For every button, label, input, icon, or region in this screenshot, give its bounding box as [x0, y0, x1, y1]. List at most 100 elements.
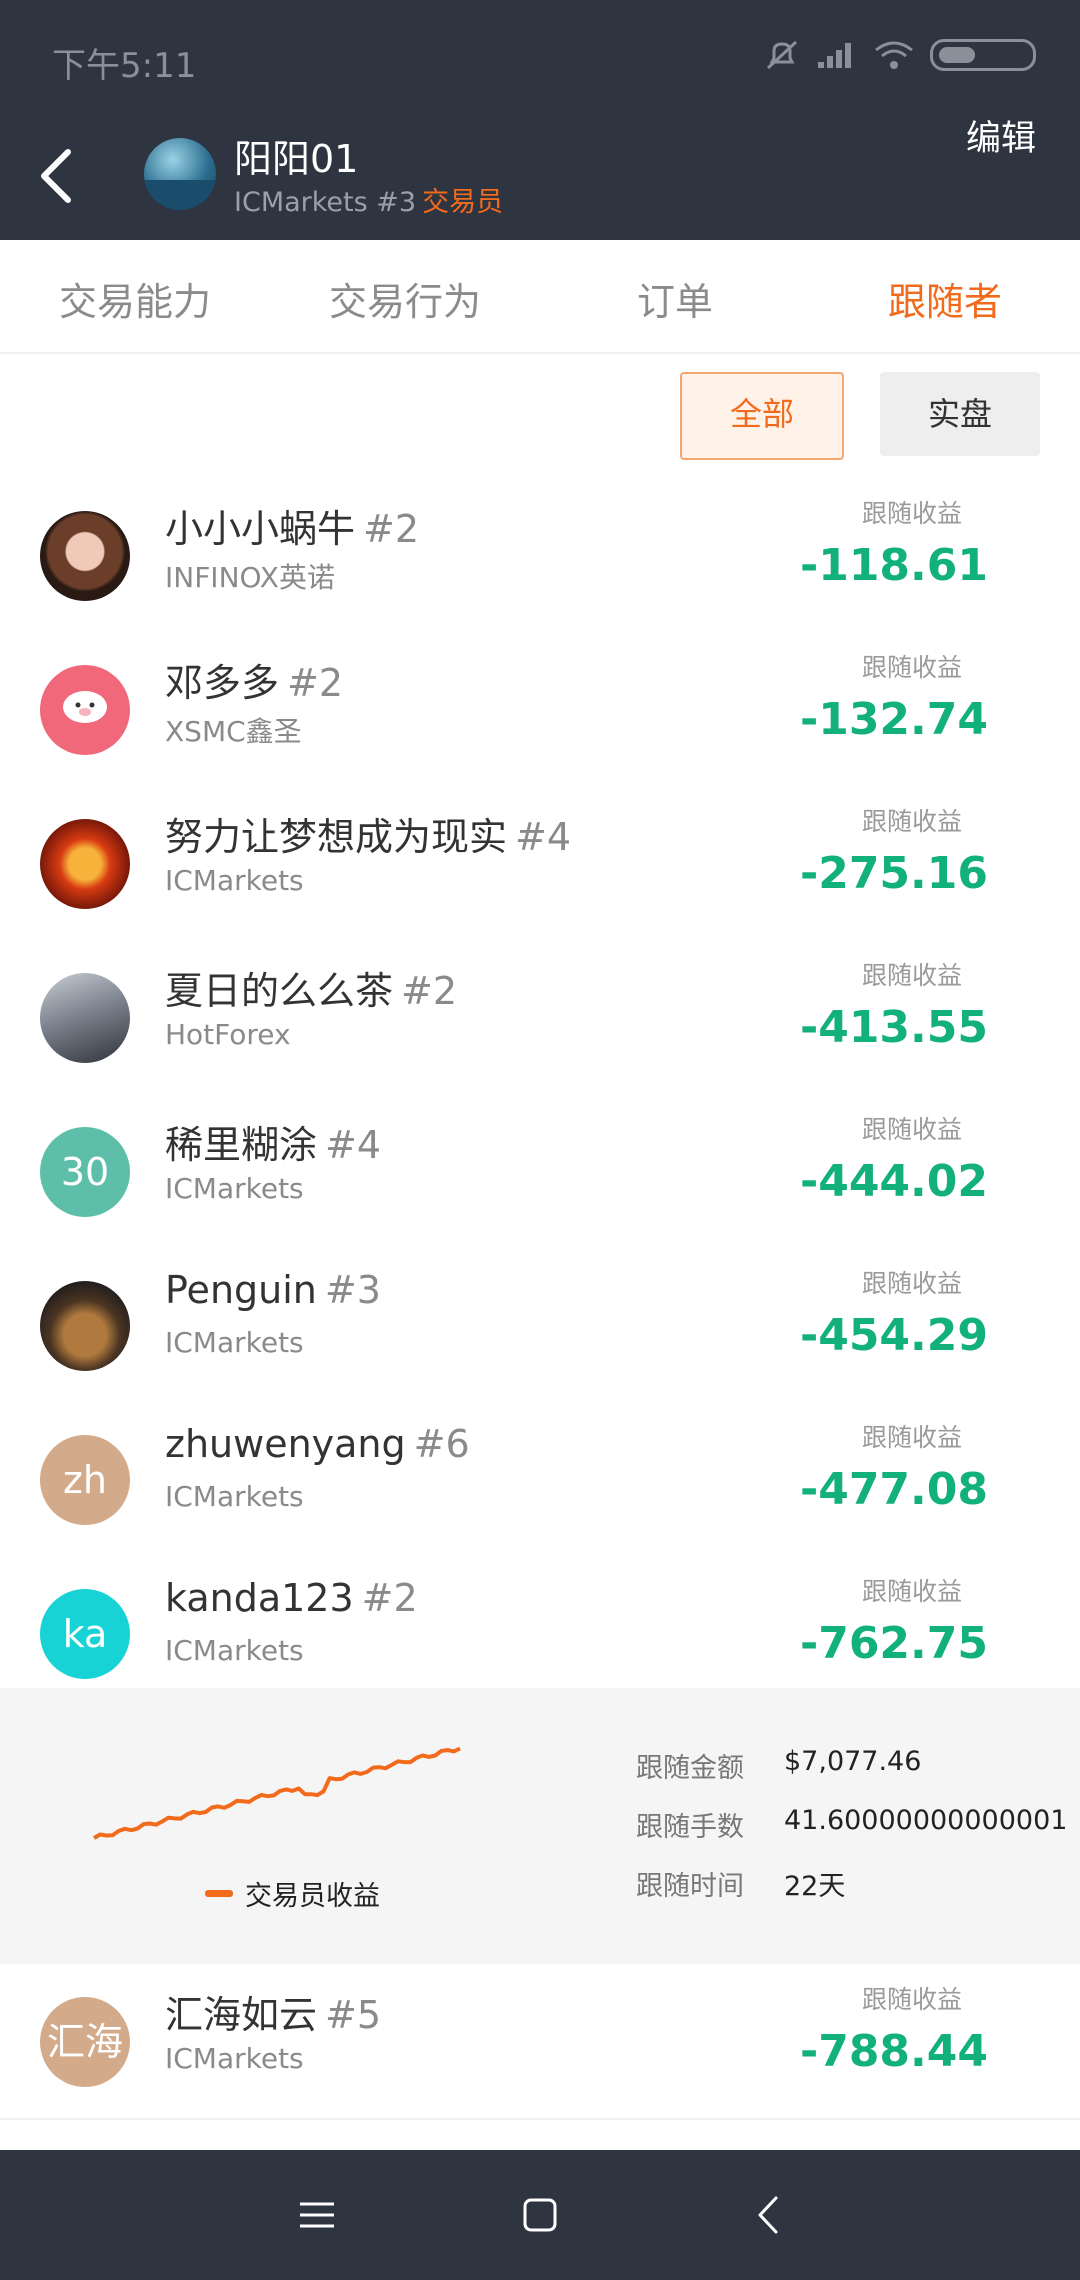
trader-name: 阳阳01: [234, 137, 359, 181]
status-time: 下午5:11: [52, 46, 197, 86]
follower-name-text: 夏日的么么茶: [165, 969, 394, 1013]
profit-value: -477.08: [799, 1464, 988, 1515]
profit-label: 跟随收益: [861, 1115, 962, 1144]
profit-label: 跟随收益: [861, 807, 962, 836]
follower-name-text: 稀里糊涂: [165, 1123, 318, 1167]
follower-broker: ICMarkets: [165, 2042, 304, 2075]
wifi-icon: [875, 41, 913, 69]
profit-value: -413.55: [799, 1002, 988, 1053]
home-icon[interactable]: [515, 2190, 565, 2240]
stat-follow-amount: 跟随金额 $7,077.46: [636, 1746, 1067, 1805]
tab-orders[interactable]: 订单: [540, 252, 810, 352]
pig-icon: [63, 691, 107, 723]
filter-all-button[interactable]: 全部: [680, 372, 844, 460]
follower-row-expanded[interactable]: ka kanda123 #2 ICMarkets 跟随收益 -762.75: [0, 1556, 1080, 1710]
system-nav-bar: [0, 2150, 1080, 2280]
profit-label: 跟随收益: [861, 1985, 962, 2014]
follower-rank: #3: [324, 1268, 381, 1312]
legend-label: 交易员收益: [245, 1881, 380, 1912]
follower-name-text: Penguin: [165, 1268, 317, 1312]
stat-follow-lots: 跟随手数 41.60000000000001: [636, 1805, 1067, 1864]
follower-rank: #2: [361, 1576, 418, 1620]
follower-name: 稀里糊涂 #4: [165, 1114, 381, 1169]
follower-name: 努力让梦想成为现实 #4: [165, 806, 571, 861]
follower-avatar: [40, 665, 130, 755]
app-header: 下午5:11 阳阳01 ICMarkets #3 交易员 编辑: [0, 0, 1080, 240]
back-arrow-icon[interactable]: [34, 146, 78, 206]
follower-avatar: 30: [40, 1127, 130, 1217]
tab-trading-ability[interactable]: 交易能力: [0, 252, 270, 352]
follower-name-text: kanda123: [165, 1576, 354, 1620]
status-icons: [764, 38, 1036, 72]
follower-rank: #4: [515, 815, 572, 859]
follower-avatar: zh: [40, 1435, 130, 1525]
tab-followers[interactable]: 跟随者: [810, 252, 1080, 352]
menu-icon[interactable]: [292, 2190, 342, 2240]
follower-broker: XSMC鑫圣: [165, 715, 302, 748]
stat-value: 41.60000000000001: [784, 1805, 1068, 1836]
profit-value: -275.16: [799, 848, 988, 899]
follower-row[interactable]: 邓多多 #2 XSMC鑫圣 跟随收益 -132.74: [0, 632, 1080, 788]
follower-broker: HotForex: [165, 1018, 291, 1051]
mute-icon: [766, 40, 798, 70]
stat-value: 22天: [784, 1871, 846, 1902]
follower-rank: #2: [287, 661, 344, 705]
filter-bar: 全部 实盘: [0, 372, 1080, 462]
follower-row[interactable]: zh zhuwenyang #6 ICMarkets 跟随收益 -477.08: [0, 1402, 1080, 1558]
follower-name: 汇海如云 #5: [165, 1984, 381, 2039]
stat-follow-time: 跟随时间 22天: [636, 1864, 1067, 1923]
follower-avatar: ka: [40, 1589, 130, 1679]
follower-name-text: 邓多多: [165, 661, 280, 705]
tab-bar: 交易能力 交易行为 订单 跟随者: [0, 252, 1080, 354]
follower-avatar: [40, 1281, 130, 1371]
follower-avatar: [40, 819, 130, 909]
follower-broker: ICMarkets: [165, 1172, 304, 1205]
follower-avatar: [40, 511, 130, 601]
follower-broker: ICMarkets: [165, 1480, 304, 1513]
follower-row[interactable]: 30 稀里糊涂 #4 ICMarkets 跟随收益 -444.02: [0, 1094, 1080, 1250]
trader-broker-rank: ICMarkets #3: [234, 187, 417, 218]
follower-row[interactable]: 小小小蜗牛 #2 INFINOX英诺 跟随收益 -118.61: [0, 478, 1080, 634]
trader-profit-sparkline: [93, 1746, 461, 1840]
follower-name-text: 汇海如云: [165, 1993, 318, 2037]
signal-icon: [818, 43, 851, 68]
trader-role: 交易员: [422, 187, 504, 218]
trader-avatar[interactable]: [144, 138, 216, 210]
follower-row[interactable]: 汇海 汇海如云 #5 ICMarkets 跟随收益 -788.44: [0, 1964, 1080, 2120]
profit-label: 跟随收益: [861, 1269, 962, 1298]
profit-label: 跟随收益: [861, 1577, 962, 1606]
tab-trading-behavior[interactable]: 交易行为: [270, 252, 540, 352]
back-icon[interactable]: [744, 2190, 794, 2240]
follower-rank: #2: [363, 507, 420, 551]
legend-swatch: [205, 1890, 233, 1897]
follower-name: 邓多多 #2: [165, 652, 343, 707]
profit-value: -132.74: [799, 694, 988, 745]
profit-value: -788.44: [799, 2026, 988, 2077]
follower-row[interactable]: Penguin #3 ICMarkets 跟随收益 -454.29: [0, 1248, 1080, 1404]
follow-stats: 跟随金额 $7,077.46 跟随手数 41.60000000000001 跟随…: [636, 1746, 1067, 1923]
follower-rank: #4: [325, 1123, 382, 1167]
edit-button[interactable]: 编辑: [966, 110, 1036, 161]
filter-real-button[interactable]: 实盘: [880, 372, 1040, 456]
follower-rank: #5: [325, 1993, 382, 2037]
profit-value: -118.61: [799, 540, 988, 591]
follower-name: 夏日的么么茶 #2: [165, 960, 457, 1015]
profit-value: -454.29: [799, 1310, 988, 1361]
follower-row[interactable]: 夏日的么么茶 #2 HotForex 跟随收益 -413.55: [0, 940, 1080, 1096]
follower-name: kanda123 #2: [165, 1576, 418, 1620]
follower-avatar: [40, 973, 130, 1063]
follower-avatar: 汇海: [40, 1997, 130, 2087]
profit-value: -444.02: [799, 1156, 988, 1207]
stat-label: 跟随手数: [636, 1812, 744, 1843]
follower-name-text: zhuwenyang: [165, 1422, 406, 1466]
follower-name: 小小小蜗牛 #2: [165, 498, 419, 553]
follower-broker: ICMarkets: [165, 1326, 304, 1359]
follower-name-text: 小小小蜗牛: [165, 507, 356, 551]
trader-subtitle: ICMarkets #3 交易员: [234, 180, 503, 219]
follower-broker: ICMarkets: [165, 1634, 304, 1667]
stat-value: $7,077.46: [784, 1746, 922, 1777]
follower-row[interactable]: 努力让梦想成为现实 #4 ICMarkets 跟随收益 -275.16: [0, 786, 1080, 942]
follower-rank: #2: [401, 969, 458, 1013]
profit-label: 跟随收益: [861, 961, 962, 990]
chart-legend: 交易员收益: [205, 1874, 380, 1913]
